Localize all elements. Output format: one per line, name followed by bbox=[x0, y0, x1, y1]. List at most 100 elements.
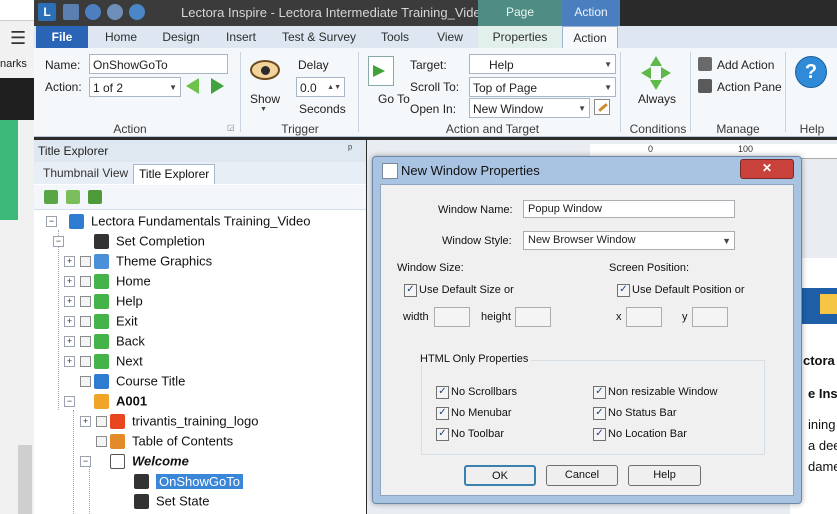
x-field[interactable] bbox=[626, 307, 662, 327]
expand-icon[interactable]: + bbox=[64, 336, 75, 347]
window-name-field[interactable]: Popup Window bbox=[523, 200, 735, 218]
app-icon[interactable]: L bbox=[38, 3, 56, 21]
non-resizable-checkbox[interactable]: ✓ bbox=[593, 386, 606, 399]
use-default-size-checkbox[interactable]: ✓ bbox=[404, 284, 417, 297]
tab-thumbnail-view[interactable]: Thumbnail View bbox=[38, 164, 133, 183]
tab-action[interactable]: Action bbox=[562, 26, 618, 49]
add-page-icon[interactable] bbox=[44, 190, 58, 204]
expand-icon[interactable]: + bbox=[64, 316, 75, 327]
expand-icon[interactable]: + bbox=[80, 416, 91, 427]
pin-icon[interactable]: ᵖ bbox=[348, 143, 352, 155]
always-icon[interactable] bbox=[641, 56, 671, 90]
expand-icon[interactable]: + bbox=[64, 276, 75, 287]
always-label[interactable]: Always bbox=[638, 92, 676, 106]
expand-icon[interactable]: − bbox=[53, 236, 64, 247]
no-scrollbars-checkbox[interactable]: ✓ bbox=[436, 386, 449, 399]
action-name-field[interactable]: OnShowGoTo bbox=[89, 54, 228, 74]
tree-item-set-state[interactable]: Set State bbox=[134, 491, 209, 511]
tree-item-home[interactable]: Home bbox=[94, 271, 151, 291]
customize-icon[interactable] bbox=[129, 4, 145, 20]
help-button[interactable]: Help bbox=[628, 465, 701, 486]
no-location-bar-label: No Location Bar bbox=[608, 428, 687, 440]
eye-icon[interactable] bbox=[250, 60, 280, 80]
visibility-checkbox[interactable] bbox=[80, 276, 91, 287]
tree-item-back[interactable]: Back bbox=[94, 331, 145, 351]
open-in-select[interactable]: New Window ▼ bbox=[469, 98, 590, 118]
visibility-checkbox[interactable] bbox=[80, 256, 91, 267]
tree-item-next[interactable]: Next bbox=[94, 351, 143, 371]
menu-icon[interactable]: ☰ bbox=[10, 28, 26, 49]
tree-item-theme-graphics[interactable]: Theme Graphics bbox=[94, 251, 212, 271]
redo-icon[interactable] bbox=[107, 4, 123, 20]
tree-item-title[interactable]: − Lectora Fundamentals Training_Video bbox=[46, 211, 310, 231]
target-select[interactable]: Help ▼ bbox=[469, 54, 616, 74]
height-field[interactable] bbox=[515, 307, 551, 327]
no-status-bar-checkbox[interactable]: ✓ bbox=[593, 407, 606, 420]
visibility-checkbox[interactable] bbox=[96, 436, 107, 447]
show-label[interactable]: Show bbox=[250, 92, 280, 106]
save-icon[interactable] bbox=[63, 4, 79, 20]
tab-test-survey[interactable]: Test & Survey bbox=[276, 26, 362, 48]
collapse-icon[interactable]: − bbox=[80, 456, 91, 467]
scrollbar[interactable] bbox=[18, 445, 32, 514]
collapse-icon[interactable]: − bbox=[64, 396, 75, 407]
tree-item-onshowgoto[interactable]: OnShowGoTo bbox=[134, 471, 243, 491]
add-action-icon[interactable] bbox=[698, 57, 712, 71]
visibility-checkbox[interactable] bbox=[80, 316, 91, 327]
tab-view[interactable]: View bbox=[428, 26, 472, 48]
use-default-position-checkbox[interactable]: ✓ bbox=[617, 284, 630, 297]
tab-design[interactable]: Design bbox=[155, 26, 207, 48]
action-pane-icon[interactable] bbox=[698, 79, 712, 93]
tree-item-exit[interactable]: Exit bbox=[94, 311, 138, 331]
width-field[interactable] bbox=[434, 307, 470, 327]
go-to-label[interactable]: Go To bbox=[378, 92, 410, 106]
tree-item-page-welcome[interactable]: Welcome bbox=[110, 451, 189, 471]
tab-insert[interactable]: Insert bbox=[216, 26, 266, 48]
close-button[interactable]: ✕ bbox=[740, 159, 794, 179]
expand-icon[interactable]: + bbox=[64, 356, 75, 367]
delay-field[interactable]: 0.0 ▲▼ bbox=[296, 77, 345, 97]
collapse-icon[interactable]: − bbox=[46, 216, 57, 228]
tree-item-chapter-a001[interactable]: A001 bbox=[94, 391, 147, 411]
visibility-checkbox[interactable] bbox=[80, 376, 91, 387]
next-action-icon[interactable] bbox=[211, 78, 224, 94]
action-index-select[interactable]: 1 of 2 ▼ bbox=[89, 77, 181, 97]
expand-icon[interactable]: + bbox=[64, 296, 75, 307]
tab-file[interactable]: File bbox=[36, 26, 88, 48]
visibility-checkbox[interactable] bbox=[80, 356, 91, 367]
y-field[interactable] bbox=[692, 307, 728, 327]
window-style-select[interactable]: New Browser Window ▼ bbox=[523, 231, 735, 250]
tree-item-course-title[interactable]: Course Title bbox=[94, 371, 185, 391]
visibility-checkbox[interactable] bbox=[96, 416, 107, 427]
tree-item-help[interactable]: Help bbox=[94, 291, 143, 311]
no-location-bar-checkbox[interactable]: ✓ bbox=[593, 428, 606, 441]
ok-button[interactable]: OK bbox=[464, 465, 536, 486]
visibility-checkbox[interactable] bbox=[80, 296, 91, 307]
tree-item-set-completion[interactable]: Set Completion bbox=[94, 231, 205, 251]
add-section-icon[interactable] bbox=[88, 190, 102, 204]
edit-window-properties-icon[interactable] bbox=[594, 99, 610, 115]
add-chapter-icon[interactable] bbox=[66, 190, 80, 204]
dialog-launcher-icon[interactable]: ◲ bbox=[227, 123, 235, 132]
go-to-icon[interactable] bbox=[368, 56, 394, 86]
help-icon[interactable]: ? bbox=[795, 56, 827, 88]
scroll-to-select[interactable]: Top of Page ▼ bbox=[469, 77, 616, 97]
tab-tools[interactable]: Tools bbox=[372, 26, 418, 48]
cancel-button[interactable]: Cancel bbox=[546, 465, 618, 486]
chevron-down-icon[interactable]: ▼ bbox=[260, 106, 267, 113]
tab-properties[interactable]: Properties bbox=[478, 26, 562, 48]
tab-home[interactable]: Home bbox=[96, 26, 146, 48]
undo-icon[interactable] bbox=[85, 4, 101, 20]
action-pane-button[interactable]: Action Pane bbox=[717, 80, 782, 94]
expand-icon[interactable]: + bbox=[64, 256, 75, 267]
tree-item-toc[interactable]: Table of Contents bbox=[110, 431, 233, 451]
previous-action-icon[interactable] bbox=[186, 78, 199, 94]
no-menubar-checkbox[interactable]: ✓ bbox=[436, 407, 449, 420]
non-resizable-label: Non resizable Window bbox=[608, 386, 718, 398]
add-action-button[interactable]: Add Action bbox=[717, 58, 774, 72]
spinner-icon[interactable]: ▲▼ bbox=[327, 78, 341, 98]
tab-title-explorer[interactable]: Title Explorer bbox=[133, 164, 216, 184]
no-toolbar-checkbox[interactable]: ✓ bbox=[436, 428, 449, 441]
visibility-checkbox[interactable] bbox=[80, 336, 91, 347]
tree-item-logo[interactable]: trivantis_training_logo bbox=[110, 411, 258, 431]
